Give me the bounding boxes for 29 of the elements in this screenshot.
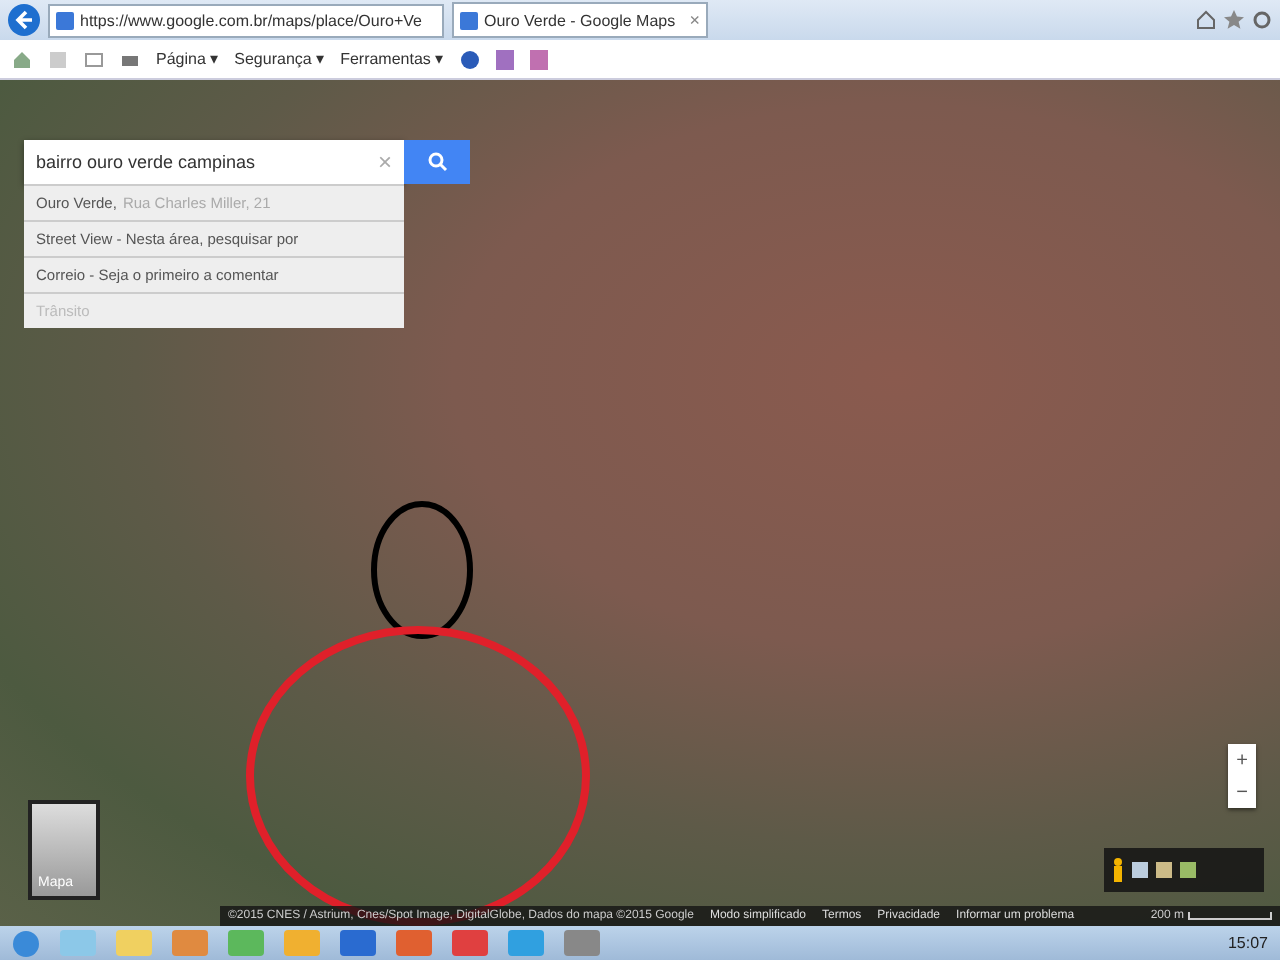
star-icon[interactable] xyxy=(1224,10,1244,30)
menu-item[interactable]: Ferramentas ▾ xyxy=(340,50,444,68)
site-icon xyxy=(56,11,74,29)
zoom-out-button[interactable]: − xyxy=(1228,776,1256,808)
menu-item[interactable]: Segurança ▾ xyxy=(234,50,325,68)
clock: 15:07 xyxy=(1227,934,1268,952)
layer-tile[interactable] xyxy=(1132,862,1148,878)
person-icon[interactable] xyxy=(1112,858,1124,882)
search-field[interactable]: bairro ouro verde campinas × xyxy=(24,140,404,184)
layer-tile[interactable] xyxy=(1156,862,1172,878)
start-button[interactable] xyxy=(12,929,40,957)
menu-item[interactable]: Página ▾ xyxy=(156,50,219,68)
taskbar-app-icon[interactable] xyxy=(564,930,600,956)
site-icon xyxy=(460,11,478,29)
zoom-in-button[interactable]: + xyxy=(1228,744,1256,776)
taskbar-app-icon[interactable] xyxy=(340,930,376,956)
search-button[interactable] xyxy=(404,140,470,184)
home-icon[interactable] xyxy=(1196,10,1216,30)
address-bar[interactable]: https://www.google.com.br/maps/place/Ouro+Ve xyxy=(48,3,444,37)
home-icon[interactable] xyxy=(12,49,32,69)
back-button[interactable] xyxy=(8,4,40,36)
small-circle-annotation xyxy=(370,500,474,640)
scale-bar xyxy=(1188,912,1272,920)
layer-tile[interactable] xyxy=(1180,862,1196,878)
satellite-map[interactable] xyxy=(0,80,1280,926)
browser-tab[interactable]: Ouro Verde - Google Maps × xyxy=(452,2,708,38)
search-icon xyxy=(427,152,447,172)
back-arrow-icon xyxy=(14,10,34,30)
tab-close-button[interactable]: × xyxy=(689,10,700,30)
